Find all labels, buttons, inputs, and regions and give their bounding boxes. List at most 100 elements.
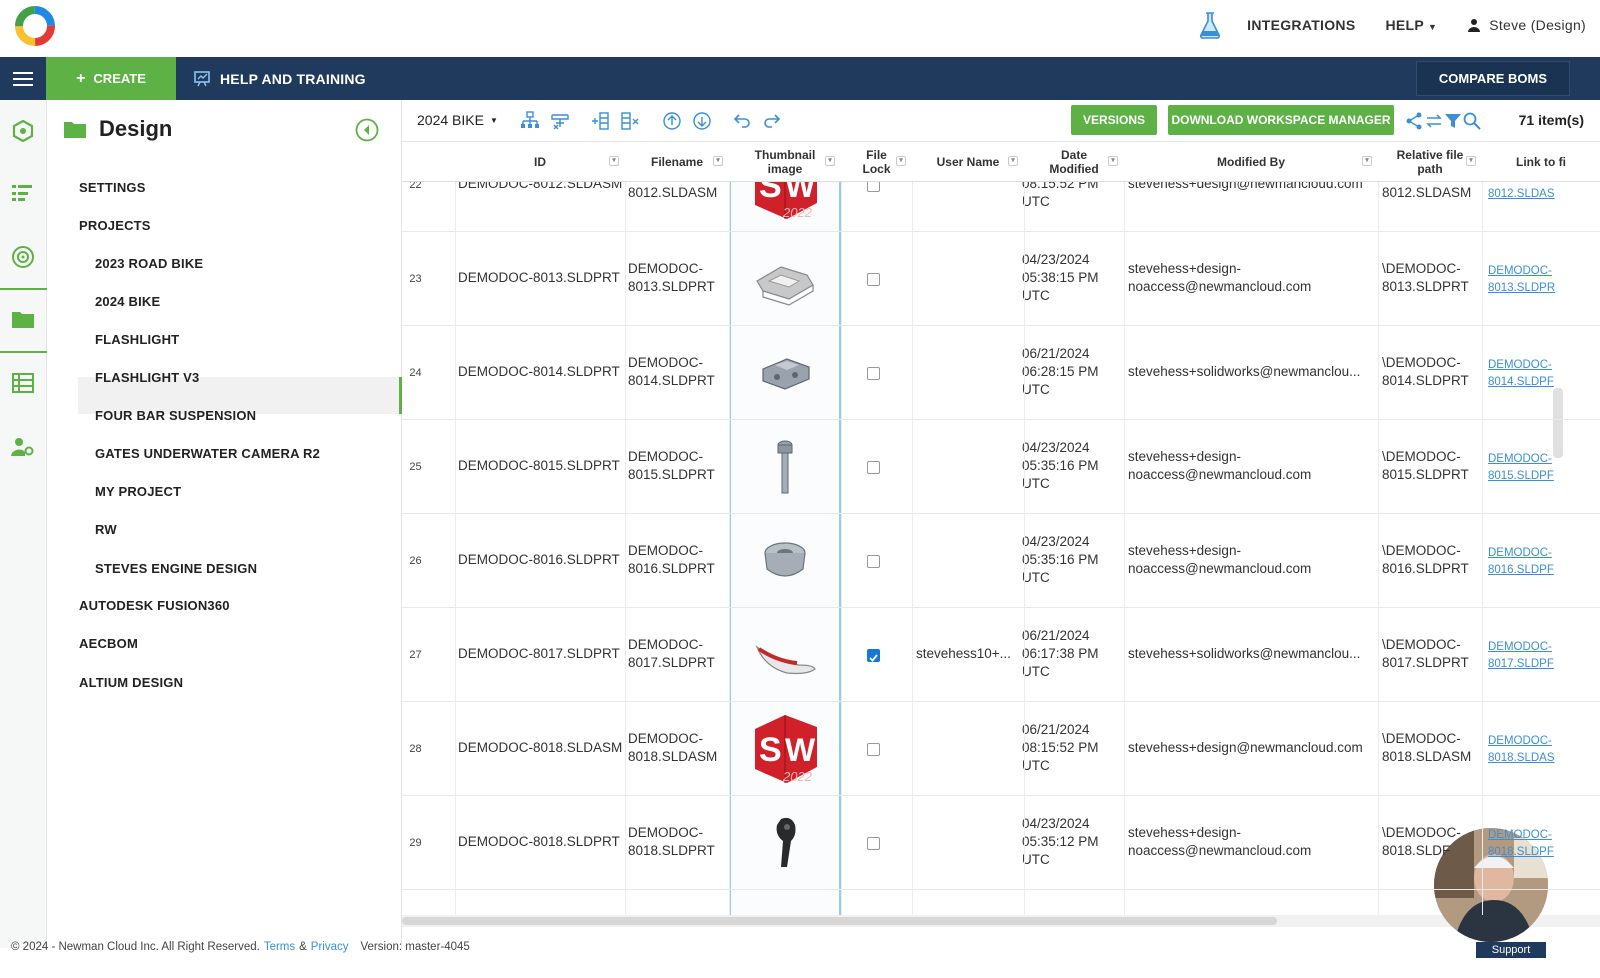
file-link[interactable]: DEMODOC- [1488, 262, 1552, 280]
versions-button[interactable]: VERSIONS [1071, 105, 1157, 135]
sidebar-item[interactable]: RW [95, 522, 117, 537]
hierarchy-icon[interactable] [520, 111, 540, 131]
table-row[interactable]: 23 DEMODOC-8013.SLDPRT DEMODOC- 8013.SLDPRT… [402, 232, 1600, 326]
compare-boms-button[interactable]: COMPARE BOMS [1415, 61, 1570, 96]
terms-link[interactable]: Terms [264, 941, 295, 953]
rail-home[interactable] [10, 118, 36, 144]
add-column-icon[interactable] [590, 111, 610, 131]
rail-folder[interactable] [10, 306, 36, 332]
user-menu[interactable]: Steve (Design) [1467, 17, 1586, 33]
file-link[interactable]: 8014.SLDPF [1488, 373, 1554, 391]
sidebar-item[interactable]: FLASHLIGHT [95, 332, 179, 347]
thumbnail-image[interactable]: S W 2022 [747, 711, 823, 787]
support-button[interactable]: Support [1476, 942, 1546, 958]
help-menu[interactable]: HELP ▼ [1385, 17, 1437, 33]
table-row[interactable]: 26 DEMODOC-8016.SLDPRT DEMODOC- 8016.SLDPRT… [402, 514, 1600, 608]
table-row[interactable]: 28 DEMODOC-8018.SLDASM DEMODOC- 8018.SLDASM… [402, 702, 1600, 796]
file-link[interactable]: DEMODOC- [1488, 356, 1552, 374]
column-header[interactable]: Filename ▾ [625, 142, 729, 182]
table-row[interactable]: 24 DEMODOC-8014.SLDPRT DEMODOC- 8014.SLDPRT… [402, 326, 1600, 420]
sidebar-item[interactable]: AUTODESK FUSION360 [79, 598, 230, 613]
sidebar-item[interactable]: PROJECTS [79, 218, 151, 233]
sidebar-item[interactable]: MY PROJECT [95, 484, 181, 499]
rail-list[interactable] [10, 180, 36, 206]
file-link[interactable]: 8016.SLDPF [1488, 561, 1554, 579]
column-header[interactable]: User Name ▾ [912, 142, 1024, 182]
table-row[interactable]: 25 DEMODOC-8015.SLDPRT DEMODOC- 8015.SLDPRT… [402, 420, 1600, 514]
file-lock-checkbox[interactable] [867, 649, 880, 662]
rail-user-settings[interactable] [10, 434, 36, 460]
column-header[interactable]: Date Modified ▾ [1024, 142, 1124, 182]
file-link[interactable]: DEMODOC- [1488, 638, 1552, 656]
column-header[interactable]: Link to fi [1482, 142, 1600, 182]
sidebar-item[interactable]: STEVES ENGINE DESIGN [95, 561, 257, 576]
thumbnail-image[interactable] [747, 241, 823, 317]
thumbnail-image[interactable] [747, 617, 823, 693]
swap-icon[interactable] [1424, 111, 1444, 131]
file-lock-checkbox[interactable] [867, 743, 880, 756]
search-icon[interactable] [1462, 111, 1482, 131]
redo-icon[interactable] [762, 111, 782, 131]
column-menu-icon[interactable]: ▾ [1362, 156, 1372, 166]
column-menu-icon[interactable]: ▾ [609, 156, 619, 166]
file-link[interactable]: 8017.SLDPF [1488, 655, 1554, 673]
menu-toggle-button[interactable] [0, 57, 46, 100]
table-row[interactable]: 29 DEMODOC-8018.SLDPRT DEMODOC- 8018.SLDPRT… [402, 796, 1600, 890]
thumbnail-image[interactable] [747, 335, 823, 411]
file-link[interactable]: 8018.SLDAS [1488, 749, 1555, 767]
rail-target[interactable] [10, 244, 36, 270]
file-lock-checkbox[interactable] [867, 461, 880, 474]
privacy-link[interactable]: Privacy [311, 941, 349, 953]
sidebar-item[interactable]: GATES UNDERWATER CAMERA R2 [95, 446, 320, 461]
download-icon[interactable] [692, 111, 712, 131]
file-link[interactable]: 8012.SLDAS [1488, 185, 1555, 203]
collapse-sidebar-icon[interactable] [355, 118, 379, 142]
undo-icon[interactable] [732, 111, 752, 131]
integrations-link[interactable]: INTEGRATIONS [1247, 17, 1355, 33]
sidebar-item[interactable]: 2023 ROAD BIKE [95, 256, 203, 271]
filter-icon[interactable] [1443, 111, 1463, 131]
file-lock-checkbox[interactable] [867, 367, 880, 380]
file-lock-checkbox[interactable] [867, 555, 880, 568]
column-menu-icon[interactable]: ▾ [896, 156, 906, 166]
column-menu-icon[interactable]: ▾ [1466, 156, 1476, 166]
file-link[interactable]: DEMODOC- [1488, 544, 1552, 562]
thumbnail-image[interactable] [747, 523, 823, 599]
column-header[interactable]: Relative file path ▾ [1378, 142, 1482, 182]
flask-icon[interactable] [1197, 11, 1223, 39]
sidebar-item[interactable]: ALTIUM DESIGN [79, 675, 183, 690]
remove-column-icon[interactable] [620, 111, 640, 131]
thumbnail-image[interactable] [747, 805, 823, 881]
share-icon[interactable] [1404, 111, 1424, 131]
create-button[interactable]: + CREATE [46, 57, 176, 100]
thumbnail-image[interactable] [747, 429, 823, 505]
column-menu-icon[interactable]: ▾ [825, 156, 835, 166]
column-menu-icon[interactable]: ▾ [713, 156, 723, 166]
file-link[interactable]: DEMODOC- [1488, 450, 1552, 468]
sidebar-item[interactable]: FOUR BAR SUSPENSION [95, 408, 256, 423]
sidebar-item[interactable]: SETTINGS [79, 180, 146, 195]
file-lock-checkbox[interactable] [867, 837, 880, 850]
sidebar-item[interactable]: FLASHLIGHT V3 [95, 370, 199, 385]
help-and-training-button[interactable]: HELP AND TRAINING [194, 71, 366, 87]
file-link[interactable]: 8015.SLDPF [1488, 467, 1554, 485]
table-row[interactable]: 27 DEMODOC-8017.SLDPRT DEMODOC- 8017.SLDPRT… [402, 608, 1600, 702]
sidebar-item[interactable]: 2024 BIKE [95, 294, 160, 309]
sidebar-item[interactable]: AECBOM [79, 636, 138, 651]
file-link[interactable]: 8018.SLDPF [1488, 843, 1554, 861]
horizontal-scrollbar[interactable] [402, 915, 1600, 927]
column-menu-icon[interactable]: ▾ [1108, 156, 1118, 166]
flatten-icon[interactable] [550, 111, 570, 131]
workspace-select[interactable]: 2024 BIKE ▼ [417, 112, 498, 128]
app-logo-icon[interactable] [13, 4, 57, 48]
column-header[interactable]: Modified By ▾ [1124, 142, 1378, 182]
file-link[interactable]: DEMODOC- [1488, 732, 1552, 750]
rail-table[interactable] [10, 370, 36, 396]
file-link[interactable]: 8013.SLDPR [1488, 279, 1555, 297]
file-link[interactable]: DEMODOC- [1488, 826, 1552, 844]
upload-icon[interactable] [662, 111, 682, 131]
column-header[interactable]: Thumbnail image ▾ [729, 142, 841, 182]
column-header[interactable]: ID ▾ [455, 142, 625, 182]
column-menu-icon[interactable]: ▾ [1008, 156, 1018, 166]
download-workspace-manager-button[interactable]: DOWNLOAD WORKSPACE MANAGER [1168, 105, 1394, 135]
